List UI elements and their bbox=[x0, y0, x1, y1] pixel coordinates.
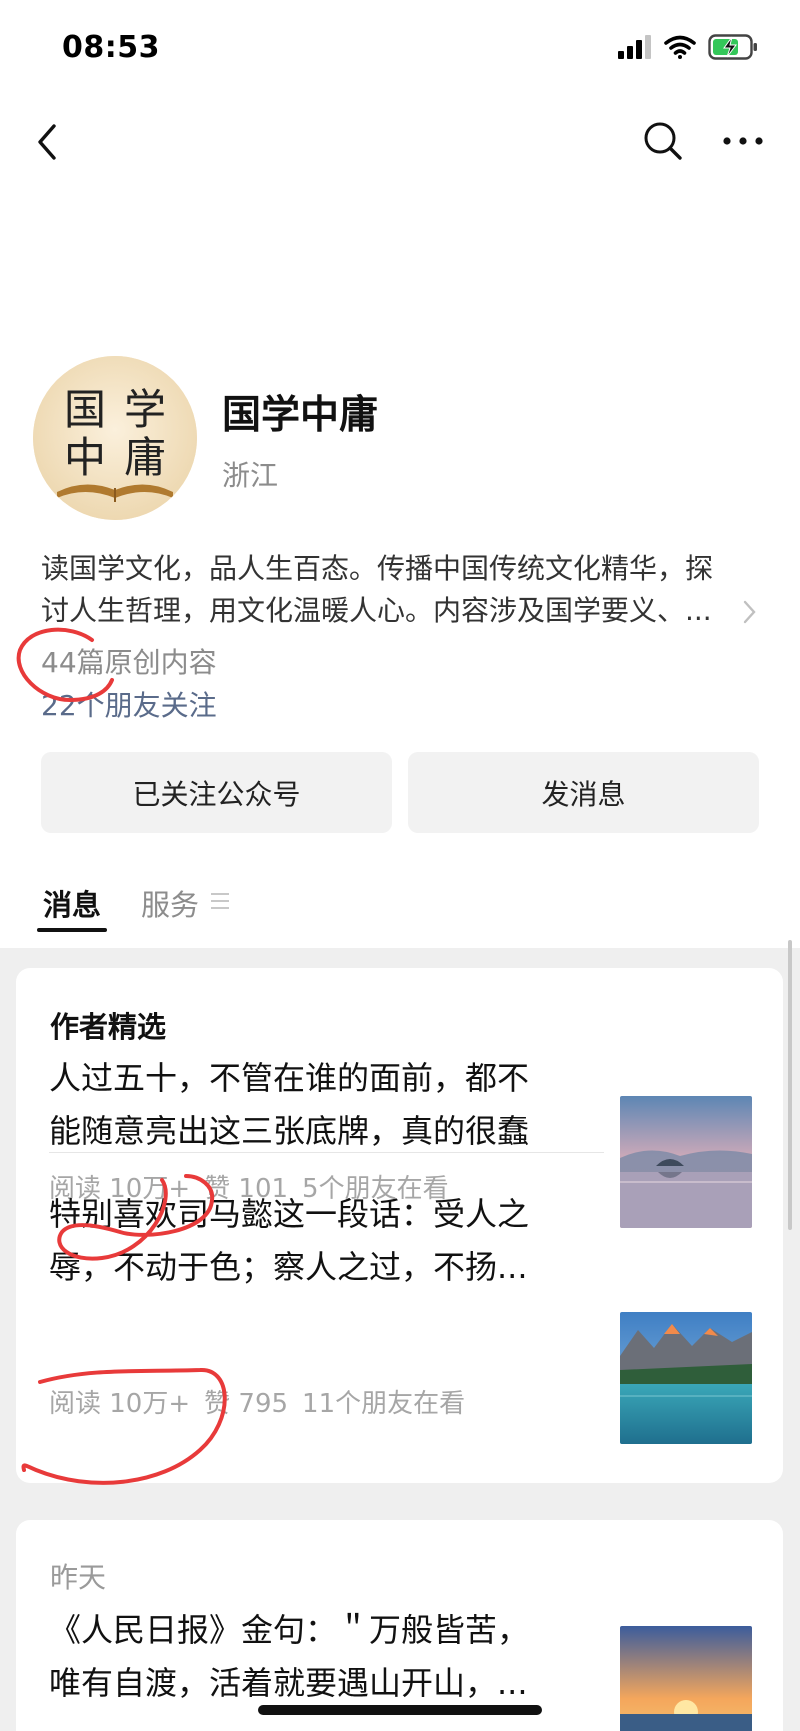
article-thumbnail bbox=[620, 1096, 752, 1228]
article-title: 《人民日报》金句：＂万般皆苦， 唯有自渡，活着就要遇山开山，... bbox=[49, 1604, 589, 1710]
description-line: 读国学文化，品人生百态。传播中国传统文化精华，探 bbox=[41, 552, 714, 585]
article-thumbnail bbox=[620, 1312, 752, 1444]
featured-articles-card: 作者精选 人过五十，不管在谁的面前，都不 能随意亮出这三张底牌，真的很蠢 阅读 … bbox=[16, 968, 783, 1483]
article-title-line: 人过五十，不管在谁的面前，都不 bbox=[49, 1059, 530, 1097]
avatar-logo: 国 学 中 庸 bbox=[33, 356, 197, 520]
like-count: 赞 795 bbox=[204, 1389, 289, 1419]
article-title-line: 《人民日报》金句：＂万般皆苦， bbox=[49, 1611, 530, 1649]
account-region: 浙江 bbox=[222, 459, 279, 492]
account-profile-screen: 08:53 国 学 中 庸 国学中庸 浙江 读国学文化，品人生百态。传播中国传统… bbox=[0, 0, 800, 1731]
read-count: 阅读 10万+ bbox=[49, 1389, 191, 1419]
chevron-right-icon[interactable] bbox=[742, 598, 758, 626]
friends-following-link[interactable]: 22个朋友关注 bbox=[41, 684, 217, 724]
account-description[interactable]: 读国学文化，品人生百态。传播中国传统文化精华，探 讨人生哲理，用文化温暖人心。内… bbox=[41, 548, 761, 632]
more-options-icon[interactable] bbox=[720, 124, 766, 158]
account-avatar[interactable]: 国 学 中 庸 bbox=[33, 356, 197, 520]
tab-messages[interactable]: 消息 bbox=[43, 882, 101, 924]
article-meta: 阅读 10万+ 赞 795 11个朋友在看 bbox=[49, 1383, 465, 1420]
avatar-char-3: 中 bbox=[64, 433, 106, 482]
send-message-button[interactable]: 发消息 bbox=[408, 752, 759, 833]
search-icon[interactable] bbox=[640, 118, 686, 164]
followed-account-button[interactable]: 已关注公众号 bbox=[41, 752, 392, 833]
tab-services[interactable]: 服务 bbox=[141, 882, 199, 924]
avatar-char-4: 庸 bbox=[124, 433, 166, 482]
original-content-count[interactable]: 44篇原创内容 bbox=[41, 641, 217, 681]
description-line: 讨人生哲理，用文化温暖人心。内容涉及国学要义、... bbox=[41, 594, 712, 627]
home-indicator[interactable] bbox=[258, 1705, 542, 1715]
divider bbox=[49, 1152, 604, 1153]
menu-lines-icon[interactable] bbox=[210, 892, 230, 910]
status-time: 08:53 bbox=[62, 30, 160, 65]
cellular-signal-icon bbox=[618, 35, 651, 59]
article-title: 特别喜欢司马懿这一段话：受人之 辱，不动于色；察人之过，不扬... bbox=[49, 1188, 589, 1294]
status-icons bbox=[618, 34, 758, 60]
article-title-line: 能随意亮出这三张底牌，真的很蠢 bbox=[49, 1112, 530, 1150]
article-thumbnail bbox=[620, 1626, 752, 1731]
active-tab-indicator bbox=[37, 928, 107, 932]
article-title-line: 特别喜欢司马懿这一段话：受人之 bbox=[49, 1195, 530, 1233]
avatar-char-2: 学 bbox=[124, 385, 166, 434]
avatar-char-1: 国 bbox=[64, 385, 106, 434]
back-arrow-icon[interactable] bbox=[30, 118, 66, 166]
friends-viewing: 11个朋友在看 bbox=[302, 1389, 466, 1419]
article-title-line: 唯有自渡，活着就要遇山开山，... bbox=[49, 1664, 528, 1702]
section-date: 昨天 bbox=[50, 1561, 107, 1594]
article-title-line: 辱，不动于色；察人之过，不扬... bbox=[49, 1248, 528, 1286]
yesterday-articles-card: 昨天 《人民日报》金句：＂万般皆苦， 唯有自渡，活着就要遇山开山，... bbox=[16, 1520, 783, 1731]
scrollbar[interactable] bbox=[788, 940, 792, 1230]
featured-section-title: 作者精选 bbox=[50, 1010, 167, 1044]
wifi-icon bbox=[664, 35, 696, 59]
account-name: 国学中庸 bbox=[222, 393, 379, 438]
article-title: 人过五十，不管在谁的面前，都不 能随意亮出这三张底牌，真的很蠢 bbox=[49, 1052, 589, 1158]
battery-charging-icon bbox=[708, 34, 757, 60]
